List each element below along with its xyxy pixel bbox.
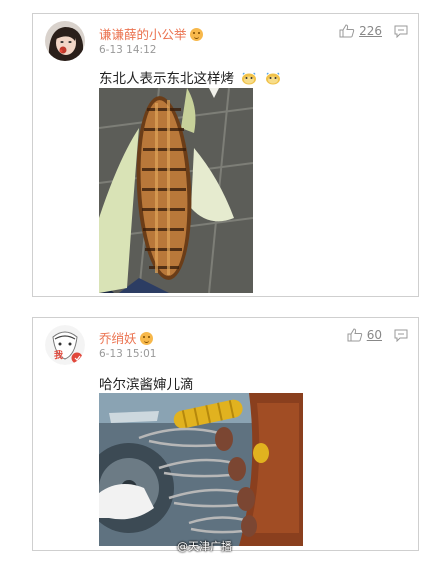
- like-button[interactable]: 60: [347, 328, 382, 342]
- username-link[interactable]: 乔绡妖: [99, 328, 153, 347]
- username-text[interactable]: 谦谦薛的小公举: [99, 27, 187, 42]
- timestamp: 6-13 14:12: [99, 44, 157, 56]
- timestamp: 6-13 15:01: [99, 348, 157, 360]
- comment-text: 东北人表示东北这样烤: [99, 71, 234, 87]
- comment-card: 谦谦薛的小公举 6-13 14:12 226 东北人表示东北这样烤: [32, 13, 419, 297]
- like-thumb-icon: [339, 24, 355, 38]
- avatar[interactable]: 我: [45, 325, 85, 365]
- vip-badge-icon: [139, 332, 153, 345]
- doge-emoji-icon: [265, 72, 280, 85]
- avatar-badge: 我: [54, 351, 64, 361]
- like-count[interactable]: 60: [367, 328, 382, 342]
- like-thumb-icon: [347, 328, 362, 342]
- comment-text-row: 东北人表示东北这样烤: [99, 67, 281, 87]
- reply-icon[interactable]: [394, 329, 408, 342]
- comment-photo-grill-racks[interactable]: [99, 393, 303, 546]
- username-link[interactable]: 谦谦薛的小公举: [99, 24, 203, 43]
- avatar[interactable]: [45, 21, 85, 61]
- like-count[interactable]: 226: [359, 24, 382, 38]
- reply-icon[interactable]: [394, 25, 408, 38]
- doge-emoji-icon: [242, 72, 257, 85]
- username-text[interactable]: 乔绡妖: [99, 331, 137, 346]
- comment-text: 哈尔滨酱婶儿滴: [99, 377, 194, 393]
- comment-photo-grilled-corn[interactable]: [99, 88, 253, 293]
- comment-card: 我 乔绡妖 6-13 15:01 60 哈尔滨酱婶儿滴: [32, 317, 419, 551]
- vip-badge-icon: [189, 28, 203, 41]
- like-button[interactable]: 226: [339, 24, 382, 38]
- photo-watermark: @天津广播: [177, 540, 232, 553]
